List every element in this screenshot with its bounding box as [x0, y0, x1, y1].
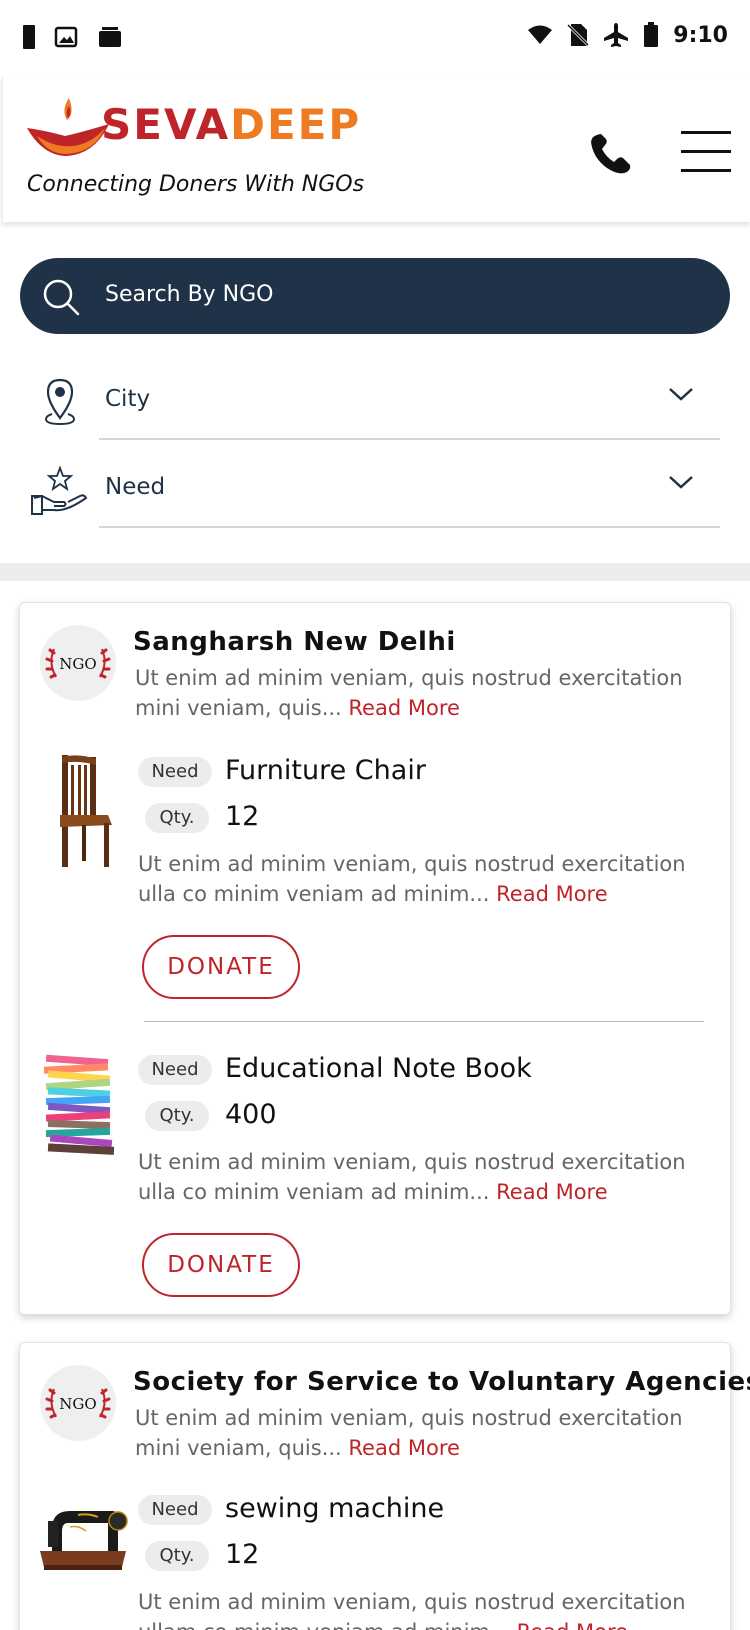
read-more-link[interactable]: Read More	[496, 882, 608, 906]
ngo-name[interactable]: Society for Service to Voluntary Agencie…	[133, 1367, 750, 1397]
need-pill: Need	[138, 1495, 212, 1525]
ngo-name[interactable]: Sangharsh New Delhi	[133, 627, 456, 657]
ngo-badge: NGO	[40, 625, 116, 701]
read-more-link[interactable]: Read More	[496, 1180, 608, 1204]
chair-image	[60, 755, 112, 867]
donate-button[interactable]: DONATE	[142, 1233, 300, 1297]
item-name: Furniture Chair	[225, 755, 426, 786]
qty-pill: Qty.	[145, 1541, 209, 1571]
ngo-laurel-icon: NGO	[45, 648, 111, 679]
city-label: City	[105, 386, 151, 412]
item-name: sewing machine	[225, 1493, 445, 1524]
sewing-machine-image	[40, 1511, 128, 1570]
diya-lamp-icon	[27, 98, 109, 156]
app-header: SEVADEEP Connecting Doners With NGOs	[2, 76, 750, 222]
chevron-down-icon	[669, 388, 693, 401]
read-more-link[interactable]: Read More	[348, 696, 460, 720]
battery-icon	[644, 22, 659, 47]
search-input[interactable]: Search By NGO	[20, 258, 730, 334]
qty-pill: Qty.	[145, 803, 209, 833]
need-item: Need sewing machine Qty. 12 Ut enim ad m…	[20, 1491, 732, 1630]
location-pin-icon	[44, 378, 76, 426]
phone-icon	[591, 134, 631, 174]
logo-deep: DEEP	[230, 100, 362, 149]
need-select[interactable]: Need	[30, 452, 720, 532]
logo-text: SEVADEEP	[101, 100, 361, 149]
logo-seva: SEVA	[101, 100, 231, 149]
wifi-icon	[528, 25, 553, 44]
ngo-badge-text: NGO	[59, 1395, 96, 1413]
ngo-badge-text: NGO	[59, 655, 96, 673]
hamburger-menu-button[interactable]	[681, 131, 731, 175]
menu-line	[681, 150, 731, 153]
need-label: Need	[105, 474, 166, 500]
item-qty: 12	[225, 1539, 260, 1570]
menu-line	[681, 131, 731, 134]
ngo-laurel-icon: NGO	[45, 1388, 111, 1419]
menu-line	[681, 169, 731, 172]
item-description: Ut enim ad minim veniam, quis nostrud ex…	[138, 1147, 723, 1207]
status-bar: 9:10	[0, 0, 750, 76]
tagline: Connecting Doners With NGOs	[27, 172, 365, 197]
city-select[interactable]: City	[30, 364, 720, 444]
notebooks-image	[43, 1054, 115, 1155]
ngo-card: NGO Sangharsh New Delhi Ut enim ad minim…	[19, 602, 731, 1315]
ngo-card: NGO Society for Service to Voluntary Age…	[19, 1342, 750, 1630]
read-more-link[interactable]: Read More	[517, 1620, 629, 1630]
donate-button[interactable]: DONATE	[142, 935, 300, 999]
item-description: Ut enim ad minim veniam, quis nostrud ex…	[138, 849, 723, 909]
item-qty: 400	[225, 1099, 277, 1130]
search-placeholder: Search By NGO	[105, 282, 274, 307]
airplane-icon	[604, 23, 629, 47]
item-name: Educational Note Book	[225, 1053, 532, 1084]
no-sim-icon	[567, 23, 590, 47]
logo[interactable]	[25, 96, 111, 166]
clock: 9:10	[673, 22, 728, 48]
need-pill: Need	[138, 1055, 212, 1085]
sim-icon	[23, 25, 35, 49]
ngo-description: Ut enim ad minim veniam, quis nostrud ex…	[135, 663, 715, 723]
phone-button[interactable]	[589, 132, 633, 176]
need-item: Need Educational Note Book Qty. 400 Ut e…	[20, 1051, 732, 1311]
item-divider	[144, 1021, 704, 1022]
qty-pill: Qty.	[145, 1101, 209, 1131]
stack-icon	[99, 27, 121, 47]
ngo-badge: NGO	[40, 1365, 116, 1441]
read-more-link[interactable]: Read More	[348, 1436, 460, 1460]
city-underline	[99, 438, 720, 440]
need-item: Need Furniture Chair Qty. 12 Ut enim ad …	[20, 753, 732, 1023]
hand-star-icon	[31, 465, 88, 515]
gallery-icon	[54, 26, 78, 48]
search-icon	[43, 279, 80, 316]
item-description: Ut enim ad minim veniam, quis nostrud ex…	[138, 1587, 723, 1630]
item-qty: 12	[225, 801, 260, 832]
section-divider	[0, 563, 750, 581]
need-underline	[99, 526, 720, 528]
ngo-description: Ut enim ad minim veniam, quis nostrud ex…	[135, 1403, 715, 1463]
chevron-down-icon	[669, 476, 693, 489]
need-pill: Need	[138, 757, 212, 787]
